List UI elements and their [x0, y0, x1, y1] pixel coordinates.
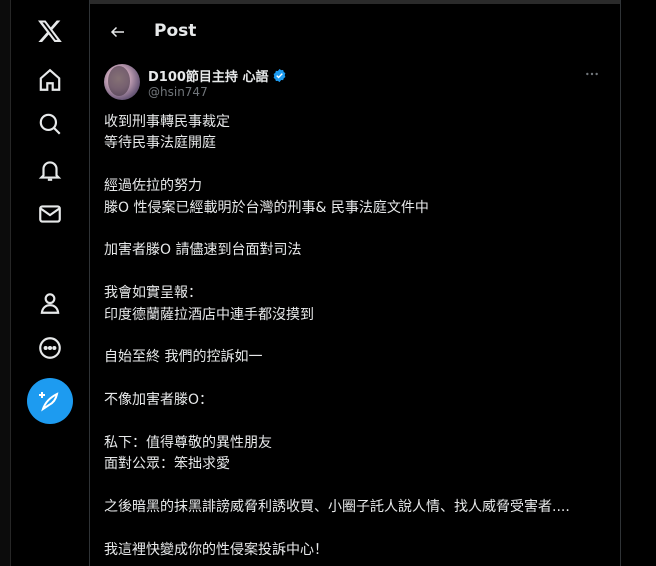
post-author: D100節目主持 心語 @hsin747: [104, 64, 604, 104]
profile-icon[interactable]: [30, 283, 70, 323]
search-glyph: [39, 113, 61, 135]
post-text-line: [104, 262, 610, 283]
compose-post-button[interactable]: [27, 378, 73, 424]
post-text-line: [104, 219, 610, 240]
envelope-glyph: [39, 205, 61, 223]
main-column: Post D100節目主持 心語 @hsin747 收到刑事轉民事裁定 等待民事法…: [89, 0, 621, 566]
post-text: 收到刑事轉民事裁定 等待民事法庭開庭 經過佐拉的努力滕O 性侵案已經載明於台灣的刑事…: [104, 112, 610, 561]
post-text-line: 印度德蘭薩拉酒店中連手都沒摸到: [104, 306, 314, 323]
x-logo-icon[interactable]: [30, 11, 70, 51]
post-text-line: 經過佐拉的努力: [104, 178, 202, 195]
display-name-row: D100節目主持 心語: [148, 66, 287, 85]
post-text-line: 不像加害者滕O：: [104, 392, 214, 409]
display-name[interactable]: D100節目主持 心語: [148, 66, 268, 85]
avatar-hair: [108, 66, 130, 96]
notifications-icon[interactable]: [30, 150, 70, 190]
post-more-button[interactable]: [580, 66, 604, 82]
post-text-line: 私下：值得尊敬的異性朋友: [104, 434, 272, 451]
bell-glyph: [38, 161, 62, 181]
left-frame: [0, 0, 10, 566]
post-text-line: 等待民事法庭開庭: [104, 135, 216, 152]
avatar[interactable]: [104, 64, 140, 100]
post-text-line: 加害者滕O 請儘速到台面對司法: [104, 242, 302, 259]
post-header: Post: [90, 6, 620, 56]
page-title: Post: [154, 21, 197, 41]
more-horizontal-icon: [586, 72, 598, 76]
more-icon[interactable]: [30, 328, 70, 368]
post-text-line: 自始至終 我們的控訴如一: [104, 349, 263, 366]
x-logo-glyph: [37, 20, 62, 43]
person-glyph: [40, 293, 60, 314]
post-text-line: 我這裡快變成你的性侵案投訴中心！: [104, 541, 328, 558]
post-text-line: 滕O 性侵案已經載明於台灣的刑事& 民事法庭文件中: [104, 199, 429, 216]
post-text-line: [104, 411, 610, 432]
user-handle[interactable]: @hsin747: [148, 85, 208, 99]
back-button[interactable]: [102, 16, 134, 48]
feather-plus-icon: [39, 392, 59, 412]
post-text-line: 收到刑事轉民事裁定: [104, 114, 230, 130]
back-arrow-icon: [110, 26, 124, 38]
post-text-line: 我會如實呈報：: [104, 285, 202, 302]
post-text-line: [104, 326, 610, 347]
post-text-line: [104, 369, 610, 390]
home-glyph: [39, 68, 61, 91]
sidebar: [11, 0, 89, 566]
post-text-line: 面對公眾：笨拙求愛: [104, 456, 230, 473]
right-area: [621, 0, 656, 566]
post-text-line: [104, 155, 610, 176]
post-text-line: 之後暗黑的抹黑誹謗威脅利誘收買、小圈子託人說人情、找人威脅受害者....: [104, 499, 570, 516]
post-text-line: [104, 476, 610, 497]
post-text-line: [104, 518, 610, 539]
messages-icon[interactable]: [30, 194, 70, 234]
search-icon[interactable]: [30, 104, 70, 144]
verified-badge-icon: [274, 68, 286, 83]
more-circle-glyph: [39, 337, 61, 359]
home-icon[interactable]: [30, 60, 70, 100]
